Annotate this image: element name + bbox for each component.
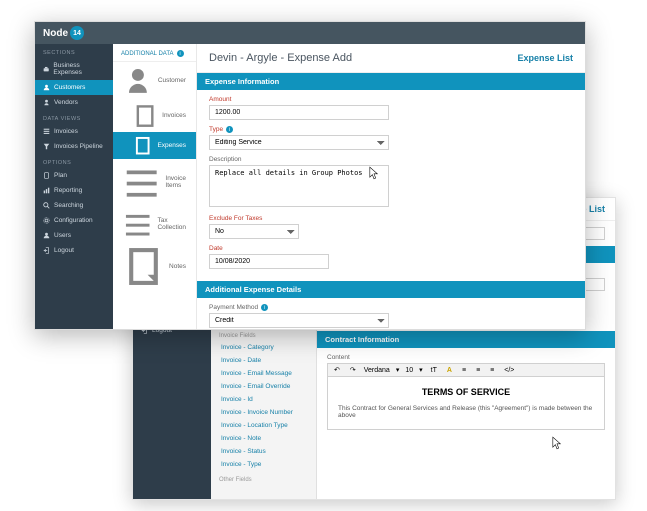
payment-method-select[interactable]: Credit — [209, 313, 389, 328]
info-icon[interactable]: i — [261, 304, 268, 311]
description-label: Description — [209, 156, 573, 163]
align-right-icon[interactable]: ≡ — [488, 367, 496, 374]
content-label: Content — [327, 354, 605, 361]
list-icon — [123, 209, 152, 238]
sidebar-item-invoices[interactable]: Invoices — [35, 124, 113, 139]
field-link[interactable]: Invoice - Date — [211, 354, 316, 367]
description-textarea[interactable]: Replace all details in Group Photos — [209, 165, 389, 207]
sidebar-item-logout[interactable]: Logout — [35, 243, 113, 258]
date-input[interactable] — [209, 254, 329, 269]
sidebar-item-users[interactable]: Users — [35, 228, 113, 243]
field-link[interactable]: Invoice - Email Override — [211, 380, 316, 393]
list-icon — [43, 128, 50, 135]
sub-nav: ADDITIONAL DATA i Customer Invoices Expe… — [113, 44, 197, 329]
size-select[interactable]: 10 — [405, 367, 413, 374]
sidebar-section-label: SECTIONS — [35, 44, 113, 58]
field-link[interactable]: Invoice - Note — [211, 432, 316, 445]
code-icon[interactable]: </> — [502, 367, 516, 374]
briefcase-icon — [43, 66, 49, 73]
date-label: Date — [209, 245, 573, 252]
funnel-icon — [43, 143, 50, 150]
fontsize-icon[interactable]: tT — [429, 367, 439, 374]
sidebar-item-customers[interactable]: Customers — [35, 80, 113, 95]
info-icon[interactable]: i — [226, 126, 233, 133]
subnav-item-invoices[interactable]: Invoices — [113, 100, 196, 132]
list-icon — [123, 163, 160, 200]
sidebar-item-plan[interactable]: Plan — [35, 168, 113, 183]
editor-document[interactable]: TERMS OF SERVICE This Contract for Gener… — [327, 377, 605, 430]
field-link[interactable]: Invoice - Location Type — [211, 419, 316, 432]
subnav-item-invoice-items[interactable]: Invoice Items — [113, 159, 196, 204]
type-label: Type — [209, 126, 223, 133]
subnav-item-notes[interactable]: Notes — [113, 242, 196, 291]
section-bar-additional: Additional Expense Details — [197, 281, 585, 298]
page-header: Devin - Argyle - Expense Add Expense Lis… — [197, 44, 585, 73]
chart-icon — [43, 187, 50, 194]
clipboard-icon — [43, 172, 50, 179]
expense-window: Node 14 SECTIONS Business Expenses Custo… — [34, 21, 586, 330]
editor-toolbar: ↶ ↷ Verdana▾ 10▾ tT A ≡ ≡ ≡ </> — [327, 363, 605, 377]
search-icon — [43, 202, 50, 209]
users-icon — [43, 232, 50, 239]
document-title: TERMS OF SERVICE — [422, 387, 510, 397]
exclude-select[interactable]: No — [209, 224, 299, 239]
sidebar-item-configuration[interactable]: Configuration — [35, 213, 113, 228]
redo-icon[interactable]: ↷ — [348, 366, 358, 374]
brand-badge: 14 — [70, 26, 84, 40]
exclude-label: Exclude For Taxes — [209, 215, 573, 222]
amount-label: Amount — [209, 96, 573, 103]
undo-icon[interactable]: ↶ — [332, 366, 342, 374]
section-bar-contract: Contract Information — [317, 331, 615, 348]
sidebar-section-label: DATA VIEWS — [35, 110, 113, 124]
sidebar-item-invoices-pipeline[interactable]: Invoices Pipeline — [35, 139, 113, 154]
field-link[interactable]: Invoice - Status — [211, 445, 316, 458]
sidebar: SECTIONS Business Expenses Customers Ven… — [35, 44, 113, 329]
user-icon — [123, 66, 153, 96]
sidebar-item-reporting[interactable]: Reporting — [35, 183, 113, 198]
brand-name: Node — [43, 28, 68, 39]
doc-icon — [133, 136, 152, 155]
font-select[interactable]: Verdana — [364, 367, 390, 374]
users-icon — [43, 84, 50, 91]
user-icon — [43, 99, 50, 106]
logout-icon — [43, 247, 50, 254]
gear-icon — [43, 217, 50, 224]
expense-list-link[interactable]: Expense List — [517, 53, 573, 63]
sidebar-section-label: OPTIONS — [35, 154, 113, 168]
sidebar-item-searching[interactable]: Searching — [35, 198, 113, 213]
document-body-preview: This Contract for General Services and R… — [338, 405, 594, 419]
field-link[interactable]: Invoice - Email Message — [211, 367, 316, 380]
text-color-icon[interactable]: A — [445, 367, 454, 374]
section-bar-expense-info: Expense Information — [197, 73, 585, 90]
amount-input[interactable] — [209, 105, 389, 120]
type-select[interactable]: Editing Service — [209, 135, 389, 150]
payment-method-label: Payment Method — [209, 304, 258, 311]
field-link[interactable]: Invoice - Id — [211, 393, 316, 406]
sub-nav-heading: ADDITIONAL DATA i — [113, 44, 196, 62]
subnav-item-tax-collection[interactable]: Tax Collection — [113, 205, 196, 242]
app-titlebar: Node 14 — [35, 22, 585, 44]
info-icon[interactable]: i — [177, 50, 184, 57]
main-panel: Devin - Argyle - Expense Add Expense Lis… — [197, 44, 585, 329]
field-link[interactable]: Invoice - Category — [211, 341, 316, 354]
page-title: Devin - Argyle - Expense Add — [209, 52, 352, 64]
sidebar-item-vendors[interactable]: Vendors — [35, 95, 113, 110]
align-left-icon[interactable]: ≡ — [460, 367, 468, 374]
field-link[interactable]: Invoice - Invoice Number — [211, 406, 316, 419]
sidebar-item-business-expenses[interactable]: Business Expenses — [35, 58, 113, 80]
subnav-item-expenses[interactable]: Expenses — [113, 132, 196, 159]
field-link[interactable]: Invoice - Type — [211, 458, 316, 471]
doc-icon — [133, 104, 157, 128]
subnav-item-customer[interactable]: Customer — [113, 62, 196, 100]
align-center-icon[interactable]: ≡ — [474, 367, 482, 374]
note-icon — [123, 246, 164, 287]
group-heading: Other Fields — [211, 471, 316, 485]
